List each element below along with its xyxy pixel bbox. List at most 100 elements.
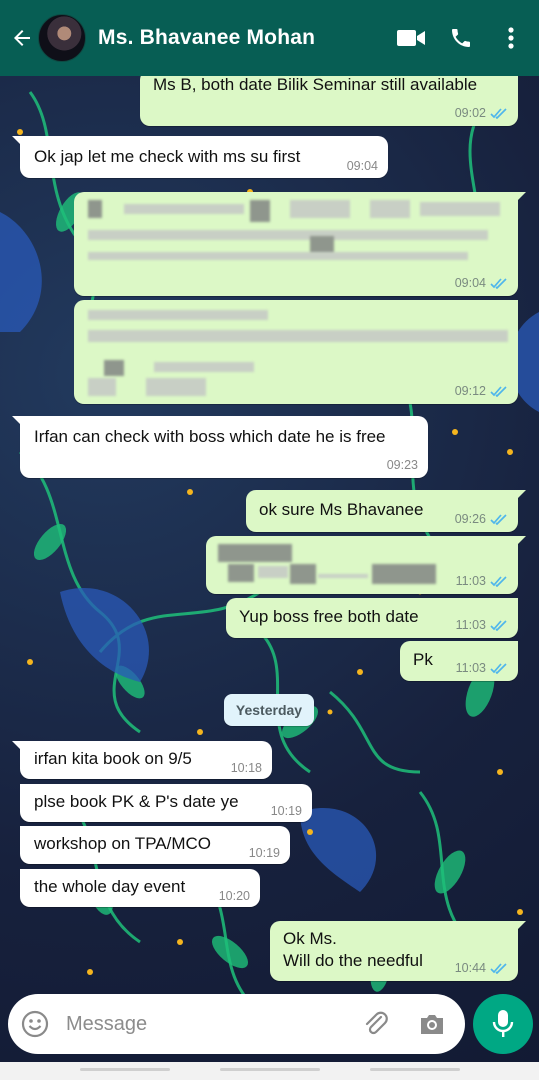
message-time: 11:03 [455, 618, 486, 632]
redacted-block [88, 310, 268, 320]
message-meta: 09:23 [387, 458, 418, 472]
message-outgoing-redacted[interactable]: 11:03 [206, 536, 526, 594]
message-text: irfan kita book on 9/5 [34, 749, 192, 768]
message-meta: 09:04 [347, 159, 378, 173]
message-text: Pk [413, 650, 433, 669]
message-incoming[interactable]: plse book PK & P's date ye 10:19 [20, 784, 312, 822]
message-time: 09:04 [346, 159, 378, 173]
redacted-block [370, 200, 410, 218]
nav-handle[interactable] [370, 1068, 460, 1071]
message-time: 10:19 [270, 804, 302, 818]
nav-handle[interactable] [80, 1068, 170, 1071]
message-meta: 09:26 [455, 512, 508, 526]
redacted-block [420, 202, 500, 216]
message-meta: 09:04 [455, 276, 508, 290]
message-text: ok sure Ms Bhavanee [259, 500, 424, 519]
message-input[interactable]: Message [66, 1013, 361, 1036]
redacted-block [258, 566, 288, 578]
message-incoming[interactable]: workshop on TPA/MCO 10:19 [20, 826, 290, 864]
redacted-block [88, 252, 468, 260]
redacted-block [290, 564, 316, 584]
attach-icon[interactable] [361, 1009, 391, 1039]
redacted-block [104, 360, 124, 376]
message-meta: 10:19 [249, 846, 280, 860]
date-separator: Yesterday [224, 694, 314, 726]
camera-icon[interactable] [417, 1009, 447, 1039]
redacted-block [88, 230, 488, 240]
message-text-line2: Will do the needful [283, 951, 423, 970]
message-outgoing-redacted[interactable]: 09:12 [74, 300, 518, 404]
message-text: plse book PK & P's date ye [34, 792, 239, 811]
message-text: the whole day event [34, 877, 186, 896]
message-text: Irfan can check with boss which date he … [34, 427, 386, 446]
message-time: 09:26 [454, 512, 486, 526]
message-outgoing[interactable]: ok sure Ms Bhavanee 09:26 [246, 490, 526, 532]
message-time: 10:20 [218, 889, 250, 903]
message-meta: 10:20 [219, 889, 250, 903]
message-time: 09:12 [454, 384, 486, 398]
message-time: 10:19 [248, 846, 280, 860]
read-ticks-icon [490, 513, 507, 525]
read-ticks-icon [490, 277, 507, 289]
redacted-block [290, 200, 350, 218]
message-outgoing[interactable]: Ms B, both date Bilik Seminar still avai… [140, 70, 518, 126]
message-incoming[interactable]: irfan kita book on 9/5 10:18 [12, 741, 272, 779]
read-ticks-icon [490, 662, 507, 674]
message-meta: 11:03 [456, 661, 508, 675]
message-incoming[interactable]: the whole day event 10:20 [20, 869, 260, 907]
system-nav-bar [0, 1062, 539, 1080]
message-meta: 11:03 [456, 574, 508, 588]
message-outgoing-redacted[interactable]: 09:04 [74, 192, 526, 296]
message-incoming[interactable]: Irfan can check with boss which date he … [12, 416, 428, 478]
message-outgoing[interactable]: Yup boss free both date 11:03 [226, 598, 518, 638]
redacted-block [250, 200, 270, 222]
message-text-line1: Ok Ms. [283, 929, 337, 948]
message-time: 09:04 [454, 276, 486, 290]
message-time: 09:23 [386, 458, 418, 472]
contact-avatar[interactable] [38, 14, 86, 62]
contact-name[interactable]: Ms. Bhavanee Mohan [98, 26, 393, 50]
read-ticks-icon [490, 962, 507, 974]
redacted-block [88, 330, 508, 342]
message-meta: 10:44 [455, 961, 508, 975]
read-ticks-icon [490, 385, 507, 397]
message-text: Yup boss free both date [239, 607, 419, 626]
message-time: 10:44 [454, 961, 486, 975]
video-call-icon[interactable] [393, 18, 429, 58]
read-ticks-icon [490, 575, 507, 587]
emoji-icon[interactable] [20, 1009, 50, 1039]
back-arrow-icon[interactable] [8, 24, 36, 52]
redacted-block [124, 204, 244, 214]
nav-handle[interactable] [220, 1068, 320, 1071]
message-incoming[interactable]: Ok jap let me check with ms su first 09:… [12, 136, 388, 178]
message-meta: 09:02 [455, 106, 508, 120]
redacted-block [154, 362, 254, 372]
mic-button[interactable] [473, 994, 533, 1054]
read-ticks-icon [490, 107, 507, 119]
message-outgoing[interactable]: Ok Ms. Will do the needful 10:44 [270, 921, 526, 981]
message-meta: 09:12 [455, 384, 508, 398]
message-time: 11:03 [455, 574, 486, 588]
phone-icon[interactable] [443, 18, 479, 58]
message-time: 10:18 [230, 761, 262, 775]
message-time: 09:02 [454, 106, 486, 120]
mic-icon [492, 1010, 514, 1037]
redacted-block [318, 574, 368, 578]
message-meta: 11:03 [456, 618, 508, 632]
message-meta: 10:18 [231, 761, 262, 775]
more-options-icon[interactable] [493, 18, 529, 58]
read-ticks-icon [490, 619, 507, 631]
message-composer[interactable]: Message [8, 994, 465, 1054]
message-text: Ok jap let me check with ms su first [34, 147, 301, 166]
redacted-block [228, 564, 254, 582]
redacted-block [218, 544, 292, 562]
message-meta: 10:19 [271, 804, 302, 818]
message-time: 11:03 [455, 661, 486, 675]
message-outgoing[interactable]: Pk 11:03 [400, 641, 518, 681]
redacted-block [88, 378, 116, 396]
chat-header: Ms. Bhavanee Mohan [0, 0, 539, 76]
message-text: Ms B, both date Bilik Seminar still avai… [153, 75, 478, 94]
redacted-block [88, 200, 102, 218]
redacted-block [372, 564, 436, 584]
message-text: workshop on TPA/MCO [34, 834, 211, 853]
